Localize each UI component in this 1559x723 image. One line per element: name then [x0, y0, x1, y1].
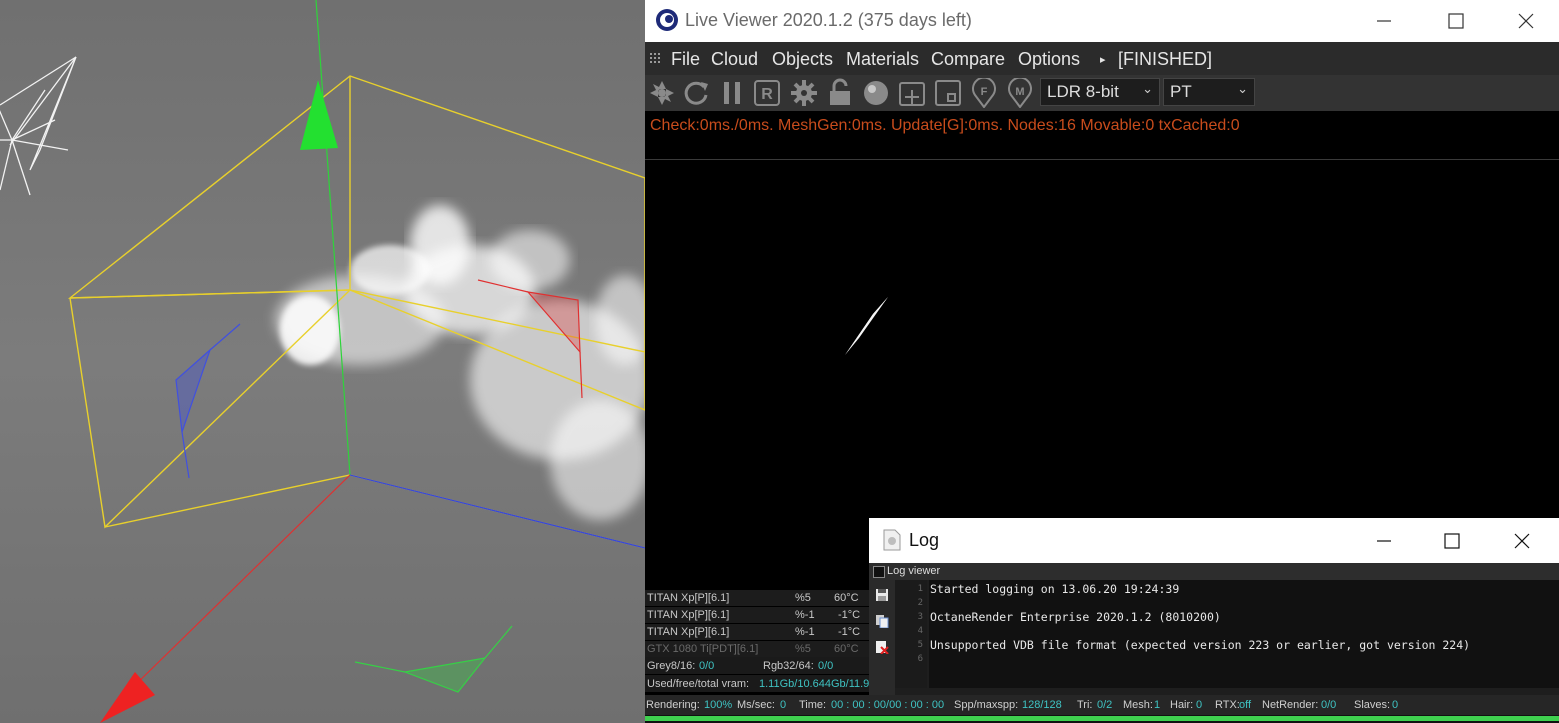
gpu-row[interactable]: TITAN Xp[P][6.1] %-1 -1°C: [645, 607, 869, 624]
r-box-icon[interactable]: R: [752, 78, 782, 108]
live-viewer-titlebar[interactable]: Live Viewer 2020.1.2 (375 days left): [645, 0, 1559, 42]
log-close-button[interactable]: [1487, 518, 1557, 563]
m-pin-icon[interactable]: M: [1005, 78, 1035, 108]
blue-area-light: [175, 323, 241, 479]
gear-icon[interactable]: [789, 78, 819, 108]
maximize-icon: [1444, 532, 1460, 549]
svg-text:M: M: [1015, 86, 1024, 98]
light-gizmo: [0, 56, 77, 196]
log-titlebar[interactable]: Log: [869, 518, 1559, 563]
close-icon: [1518, 13, 1534, 29]
log-viewer-tab[interactable]: Log viewer: [869, 563, 1559, 580]
status-bar: Rendering: 100% Ms/sec: 0 Time: 00 : 00 …: [645, 695, 1559, 715]
render-toolbar: R F M LDR 8-bit ⌄ PT ⌄: [645, 75, 1559, 111]
close-button[interactable]: [1491, 0, 1559, 42]
close-icon: [1514, 533, 1530, 548]
plus-box-icon[interactable]: [897, 78, 927, 108]
color-depth-select[interactable]: LDR 8-bit ⌄: [1040, 78, 1160, 106]
cinema4d-icon: [656, 9, 678, 31]
aperture-icon[interactable]: [647, 78, 677, 108]
menu-cloud[interactable]: Cloud: [711, 49, 758, 70]
texture-memory-row: Grey8/16: 0/0 Rgb32/64: 0/0: [645, 657, 869, 674]
save-icon[interactable]: [875, 588, 889, 602]
menu-materials[interactable]: Materials: [846, 49, 919, 70]
kernel-select[interactable]: PT ⌄: [1163, 78, 1255, 106]
log-document-icon: [883, 529, 901, 551]
menu-file[interactable]: File: [671, 49, 700, 70]
3d-viewport[interactable]: [0, 0, 645, 723]
viewport-scene: [0, 0, 645, 723]
menu-options[interactable]: Options: [1018, 49, 1080, 70]
gpu-row[interactable]: TITAN Xp[P][6.1] %5 60°C: [645, 590, 869, 607]
menu-bar: File Cloud Objects Materials Compare Opt…: [645, 42, 1559, 75]
render-stats-line: Check:0ms./0ms. MeshGen:0ms. Update[G]:0…: [650, 117, 1240, 134]
kernel-value: PT: [1170, 82, 1192, 101]
log-window-title: Log: [909, 530, 940, 550]
render-progress-fill: [645, 716, 1559, 721]
vram-row: Used/free/total vram: 1.11Gb/10.644Gb/11…: [645, 675, 869, 692]
pause-icon[interactable]: [717, 78, 747, 108]
lock-icon[interactable]: [825, 78, 855, 108]
render-progress-bar: [645, 715, 1559, 723]
log-window: Log Log viewer 1 2 3 4 5 6 Started loggi…: [869, 518, 1559, 695]
gpu-row[interactable]: GTX 1080 Ti[PDT][6.1] %5 60°C: [645, 641, 869, 658]
menu-objects[interactable]: Objects: [772, 49, 833, 70]
log-line: Unsupported VDB file format (expected ve…: [930, 638, 1471, 652]
chevron-down-icon: ⌄: [1237, 81, 1248, 96]
menu-compare[interactable]: Compare: [931, 49, 1005, 70]
render-status: [FINISHED]: [1118, 49, 1213, 69]
sphere-icon[interactable]: [861, 78, 891, 108]
region-box-icon[interactable]: [933, 78, 963, 108]
log-minimize-button[interactable]: [1349, 518, 1419, 563]
svg-text:R: R: [761, 86, 773, 103]
svg-text:F: F: [981, 86, 988, 98]
gpu-row[interactable]: TITAN Xp[P][6.1] %-1 -1°C: [645, 624, 869, 641]
log-side-toolbar: [869, 580, 895, 695]
gpu-table: TITAN Xp[P][6.1] %5 60°C TITAN Xp[P][6.1…: [645, 590, 869, 658]
color-depth-value: LDR 8-bit: [1047, 82, 1119, 101]
refresh-icon[interactable]: [681, 78, 711, 108]
vdb-cloud: [275, 205, 645, 520]
copy-icon[interactable]: [875, 614, 889, 628]
log-viewer-tab-label: Log viewer: [887, 565, 941, 577]
log-line: OctaneRender Enterprise 2020.1.2 (801020…: [930, 610, 1221, 624]
grip-icon: [650, 53, 660, 63]
minimize-button[interactable]: [1349, 0, 1419, 42]
submenu-arrow-icon: ▸: [1100, 54, 1106, 66]
x-axis-arrow: [100, 672, 155, 723]
x-axis-line: [129, 474, 351, 691]
maximize-button[interactable]: [1421, 0, 1491, 42]
log-line: Started logging on 13.06.20 19:24:39: [930, 582, 1180, 596]
log-text-area[interactable]: Started logging on 13.06.20 19:24:39 Oct…: [929, 580, 1559, 688]
clear-icon[interactable]: [875, 640, 889, 654]
chevron-down-icon: ⌄: [1142, 81, 1153, 96]
minimize-icon: [1377, 539, 1391, 542]
window-title: Live Viewer 2020.1.2 (375 days left): [685, 10, 972, 30]
green-area-light: [354, 625, 513, 693]
log-viewer-checkbox[interactable]: [873, 566, 885, 578]
y-axis-line: [315, 0, 351, 476]
log-maximize-button[interactable]: [1417, 518, 1487, 563]
f-pin-icon[interactable]: F: [969, 78, 999, 108]
log-line-numbers: 1 2 3 4 5 6: [895, 580, 927, 688]
maximize-icon: [1448, 13, 1464, 29]
minimize-icon: [1377, 20, 1391, 22]
